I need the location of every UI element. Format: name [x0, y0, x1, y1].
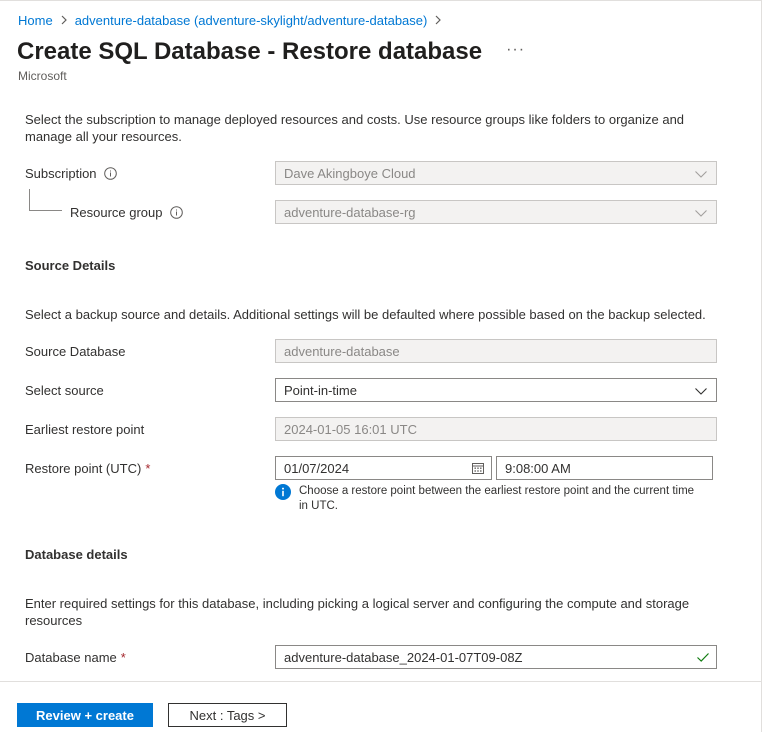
earliest-restore-field: 2024-01-05 16:01 UTC: [275, 417, 717, 441]
chevron-down-icon: [694, 206, 708, 220]
resource-group-label-text: Resource group: [70, 205, 163, 220]
top-border: [0, 0, 762, 1]
source-description: Select a backup source and details. Addi…: [25, 307, 706, 322]
required-indicator: *: [145, 461, 151, 476]
breadcrumb: Home adventure-database (adventure-skyli…: [18, 11, 449, 29]
restore-time-input[interactable]: 9:08:00 AM: [496, 456, 713, 480]
restore-date-input[interactable]: 01/07/2024: [275, 456, 492, 480]
info-icon[interactable]: [169, 206, 183, 219]
page-title: Create SQL Database - Restore database: [17, 38, 483, 65]
breadcrumb-home-link[interactable]: Home: [18, 13, 53, 28]
earliest-restore-label: Earliest restore point: [25, 422, 145, 437]
restore-point-label-text: Restore point (UTC): [25, 461, 142, 476]
chevron-down-icon: [694, 384, 708, 398]
info-icon[interactable]: [103, 167, 117, 180]
resource-group-dropdown[interactable]: adventure-database-rg: [275, 200, 717, 224]
form-content[interactable]: Select the subscription to manage deploy…: [0, 96, 761, 680]
subscription-dropdown[interactable]: Dave Akingboye Cloud: [275, 161, 717, 185]
footer-divider: [0, 681, 761, 682]
source-database-label: Source Database: [25, 344, 126, 359]
restore-time-value: 9:08:00 AM: [505, 460, 571, 476]
source-database-field: adventure-database: [275, 339, 717, 363]
tree-connector-horizontal: [29, 210, 62, 211]
chevron-right-icon: [57, 13, 71, 27]
source-details-heading: Source Details: [25, 258, 116, 273]
title-row: Create SQL Database - Restore database ·…: [17, 38, 525, 66]
subscription-value: Dave Akingboye Cloud: [284, 165, 416, 181]
source-database-value: adventure-database: [284, 343, 400, 359]
tree-connector-vertical: [29, 189, 30, 210]
review-create-button[interactable]: Review + create: [17, 703, 153, 727]
more-options-button[interactable]: ···: [506, 42, 525, 58]
breadcrumb-resource-link[interactable]: adventure-database (adventure-skylight/a…: [75, 13, 428, 28]
database-name-value: adventure-database_2024-01-07T09-08Z: [284, 649, 523, 665]
restore-info-note: Choose a restore point between the earli…: [275, 484, 705, 514]
database-details-heading: Database details: [25, 547, 128, 562]
restore-date-value: 01/07/2024: [284, 460, 350, 476]
required-indicator: *: [120, 650, 126, 665]
publisher-label: Microsoft: [18, 69, 67, 83]
subscription-label: Subscription: [25, 166, 117, 181]
database-name-label-text: Database name: [25, 650, 117, 665]
select-source-value: Point-in-time: [284, 382, 357, 398]
resource-group-value: adventure-database-rg: [284, 204, 416, 220]
resource-group-label: Resource group: [70, 205, 183, 220]
checkmark-icon: [696, 650, 710, 664]
restore-info-text: Choose a restore point between the earli…: [299, 485, 695, 512]
subscription-description: Select the subscription to manage deploy…: [25, 112, 685, 144]
info-filled-icon: [275, 484, 291, 500]
chevron-down-icon: [694, 167, 708, 181]
chevron-right-icon: [431, 13, 445, 27]
select-source-label: Select source: [25, 383, 104, 398]
earliest-restore-value: 2024-01-05 16:01 UTC: [284, 421, 417, 437]
database-name-label: Database name *: [25, 650, 126, 665]
select-source-dropdown[interactable]: Point-in-time: [275, 378, 717, 402]
subscription-label-text: Subscription: [25, 166, 97, 181]
next-tags-button[interactable]: Next : Tags >: [168, 703, 287, 727]
calendar-icon[interactable]: [471, 461, 485, 475]
database-name-input[interactable]: adventure-database_2024-01-07T09-08Z: [275, 645, 717, 669]
database-description: Enter required settings for this databas…: [25, 596, 690, 628]
restore-point-label: Restore point (UTC) *: [25, 461, 150, 476]
